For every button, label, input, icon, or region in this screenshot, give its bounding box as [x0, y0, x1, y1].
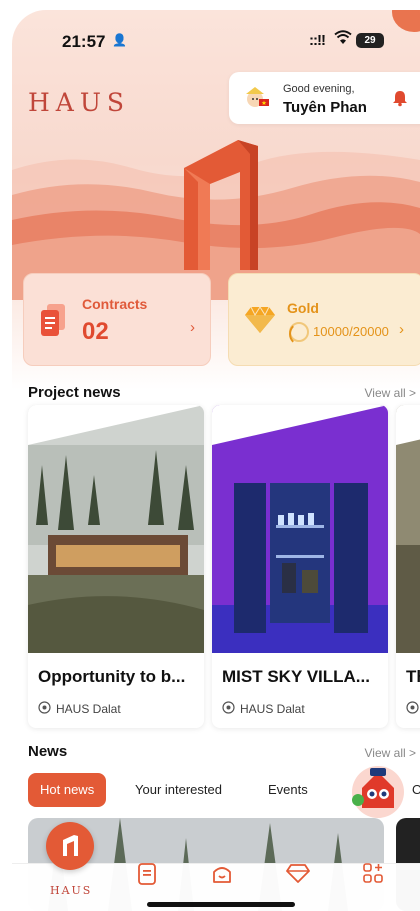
project-card[interactable]: Opportunity to b... HAUS Dalat: [28, 405, 204, 728]
location-pin-icon: [38, 701, 51, 714]
greeting-text: Good evening,: [283, 83, 355, 95]
location-pin-icon: [222, 701, 235, 714]
hero-banner: 21:57 👤 ::!! 29 HAUS Good evening, Tuyên…: [12, 10, 420, 390]
project-news-title: Project news: [28, 384, 121, 401]
document-icon: [41, 304, 65, 336]
contracts-count: 02: [82, 318, 109, 345]
gold-progress-ring: [289, 322, 309, 346]
tab-events[interactable]: Events: [268, 773, 308, 807]
gem-icon: [245, 307, 275, 333]
person-icon: 👤: [112, 33, 127, 47]
signal-icon: ::!!: [309, 32, 326, 49]
home-label: HAUS: [50, 884, 93, 897]
gold-value: 10000/20000: [313, 324, 389, 339]
bell-icon[interactable]: [391, 89, 409, 107]
status-bar: 21:57 👤 ::!! 29: [12, 30, 420, 54]
project-card[interactable]: MIST SKY VILLA... HAUS Dalat: [212, 405, 388, 728]
wifi-icon: [334, 30, 352, 51]
news-view-all[interactable]: View all >: [365, 746, 416, 760]
project-image: [28, 405, 204, 653]
decorative-dot: [392, 10, 420, 32]
app-screen: 21:57 👤 ::!! 29 HAUS Good evening, Tuyên…: [12, 10, 420, 911]
chevron-right-icon: ›: [399, 321, 404, 338]
tab-hot-news[interactable]: Hot news: [28, 773, 107, 807]
document-icon[interactable]: [136, 862, 158, 886]
apps-icon[interactable]: [362, 862, 384, 884]
user-name: Tuyên Phan: [283, 99, 367, 116]
project-name: Th: [406, 667, 420, 686]
project-image: [212, 405, 388, 653]
gem-icon[interactable]: [286, 862, 310, 884]
project-location: HAUS Dalat: [240, 702, 305, 716]
home-indicator: [147, 902, 295, 907]
gold-card[interactable]: Gold 10000/20000 ›: [228, 273, 420, 366]
location-pin-icon: [406, 701, 419, 714]
project-name: Opportunity to b...: [38, 667, 186, 686]
tab-your-interested[interactable]: Your interested: [135, 773, 222, 807]
home-icon[interactable]: [210, 862, 234, 886]
tab-more[interactable]: O: [412, 773, 420, 807]
news-title: News: [28, 743, 68, 760]
contracts-card[interactable]: Contracts 02 ›: [23, 273, 211, 366]
bottom-nav: HAUS: [12, 822, 420, 911]
project-card[interactable]: Th: [396, 405, 420, 728]
project-location: HAUS Dalat: [56, 702, 121, 716]
project-name: MIST SKY VILLA...: [222, 667, 370, 686]
avatar-icon: [246, 87, 269, 107]
greeting-card[interactable]: Good evening, Tuyên Phan: [229, 72, 420, 124]
gold-label: Gold: [287, 300, 319, 316]
battery-indicator: 29: [356, 33, 384, 48]
project-news-view-all[interactable]: View all >: [365, 386, 416, 400]
chevron-right-icon: ›: [190, 319, 195, 336]
hills-illustration: [12, 140, 420, 300]
contracts-label: Contracts: [82, 296, 148, 312]
haus-n-icon: [63, 835, 78, 856]
haus-logo: HAUS: [28, 88, 131, 117]
status-time: 21:57: [62, 32, 106, 51]
home-fab-button[interactable]: [46, 822, 94, 870]
mascot-icon[interactable]: [348, 760, 408, 820]
project-image: [396, 405, 420, 653]
